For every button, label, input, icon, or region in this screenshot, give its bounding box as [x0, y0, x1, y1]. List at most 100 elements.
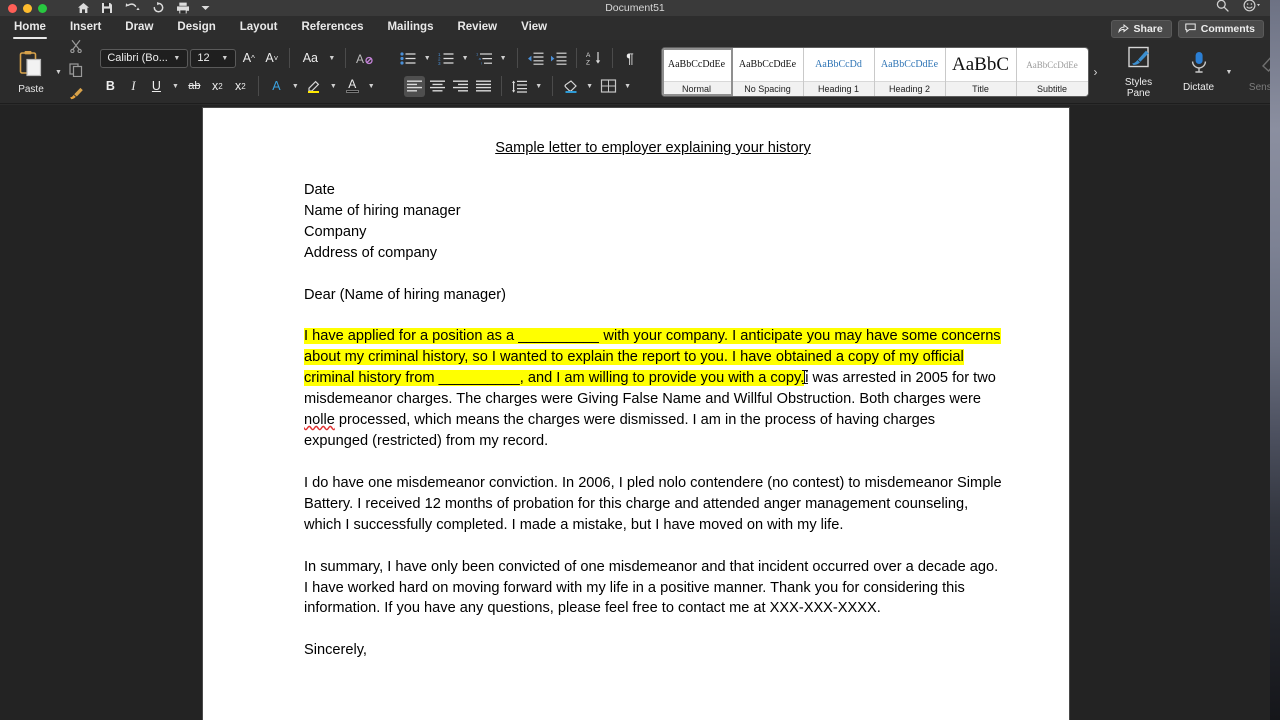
tab-insert[interactable]: Insert — [58, 16, 113, 40]
sort-icon[interactable]: AZ — [584, 48, 605, 69]
subscript-button[interactable]: x2 — [207, 76, 228, 97]
borders-chevron-down-icon[interactable]: ▼ — [621, 83, 634, 90]
document-page[interactable]: Sample letter to employer explaining you… — [203, 108, 1069, 720]
undo-icon[interactable] — [124, 2, 141, 14]
address-line-manager: Name of hiring manager — [304, 202, 461, 219]
closing: Sincerely, — [304, 642, 367, 659]
tab-home[interactable]: Home — [0, 16, 58, 40]
styles-group: AaBbCcDdEe Normal AaBbCcDdEe No Spacing … — [657, 40, 1103, 104]
title-bar-right-controls — [1216, 0, 1262, 17]
document-canvas[interactable]: Sample letter to employer explaining you… — [0, 105, 1270, 720]
svg-text:A: A — [356, 52, 364, 66]
comments-button[interactable]: Comments — [1177, 20, 1264, 38]
underline-button[interactable]: U — [146, 76, 167, 97]
style-heading-2[interactable]: AaBbCcDdEe Heading 2 — [874, 48, 946, 96]
font-name-select[interactable]: Calibri (Bo... ▼ — [100, 48, 189, 68]
sensitivity-button[interactable]: Sensitivity — [1247, 51, 1270, 93]
align-center-icon[interactable] — [427, 76, 448, 97]
style-name: Heading 2 — [874, 81, 945, 96]
dictate-button[interactable]: Dictate — [1175, 51, 1223, 93]
highlight-color-button[interactable] — [304, 76, 325, 97]
bullet-list-icon[interactable] — [398, 48, 419, 69]
paste-button[interactable]: Paste — [10, 50, 52, 95]
align-left-icon[interactable] — [404, 75, 426, 97]
tab-design[interactable]: Design — [165, 16, 227, 40]
align-right-icon[interactable] — [450, 76, 471, 97]
tab-view[interactable]: View — [509, 16, 559, 40]
text-effects-chevron-down-icon[interactable]: ▼ — [289, 83, 302, 90]
save-icon[interactable] — [101, 2, 113, 14]
format-painter-icon[interactable] — [69, 87, 84, 105]
increase-indent-icon[interactable] — [548, 48, 569, 69]
home-icon[interactable] — [77, 2, 90, 14]
shading-chevron-down-icon[interactable]: ▼ — [583, 83, 596, 90]
ribbon-right-actions: Share Comments — [1110, 20, 1264, 38]
dictate-chevron-down-icon[interactable]: ▼ — [1223, 69, 1236, 76]
line-spacing-chevron-down-icon[interactable]: ▼ — [532, 83, 545, 90]
shading-icon[interactable] — [560, 76, 581, 97]
ribbon-tab-bar: Home Insert Draw Design Layout Reference… — [0, 16, 1270, 40]
highlight-chevron-down-icon[interactable]: ▼ — [327, 83, 340, 90]
redo-icon[interactable] — [152, 2, 165, 14]
change-case-button[interactable]: Aa — [297, 48, 323, 69]
underline-chevron-down-icon[interactable]: ▼ — [169, 83, 182, 90]
superscript-button[interactable]: x2 — [230, 76, 251, 97]
tab-draw[interactable]: Draw — [113, 16, 165, 40]
italic-button[interactable]: I — [123, 76, 144, 97]
style-no-spacing[interactable]: AaBbCcDdEe No Spacing — [732, 48, 804, 96]
document-text-area[interactable]: Sample letter to employer explaining you… — [203, 108, 1069, 661]
tab-mailings[interactable]: Mailings — [375, 16, 445, 40]
tab-layout[interactable]: Layout — [228, 16, 290, 40]
account-icon[interactable] — [1243, 0, 1262, 17]
numbering-chevron-down-icon[interactable]: ▼ — [459, 55, 472, 62]
bold-button[interactable]: B — [100, 76, 121, 97]
window-controls[interactable] — [0, 3, 47, 13]
quick-access-toolbar — [77, 2, 210, 14]
styles-more-chevron-right-icon[interactable]: › — [1089, 65, 1103, 79]
misspelled-word[interactable]: nolle — [304, 412, 335, 428]
share-button[interactable]: Share — [1110, 20, 1172, 38]
close-window-button[interactable] — [8, 3, 17, 13]
search-icon[interactable] — [1216, 0, 1229, 17]
zoom-window-button[interactable] — [38, 3, 47, 13]
bullets-chevron-down-icon[interactable]: ▼ — [421, 55, 434, 62]
divider — [575, 48, 577, 68]
minimize-window-button[interactable] — [23, 3, 32, 13]
word-application-window: Document51 Home Insert Draw Design Layou… — [0, 0, 1270, 720]
numbered-list-icon[interactable]: 123 — [436, 48, 457, 69]
clipboard-group: Paste ▼ — [0, 39, 84, 105]
strikethrough-button[interactable]: ab — [184, 76, 205, 97]
style-normal[interactable]: AaBbCcDdEe Normal — [661, 48, 733, 96]
tab-review[interactable]: Review — [445, 16, 509, 40]
style-heading-1[interactable]: AaBbCcDd Heading 1 — [803, 48, 875, 96]
qat-more-chevron-down-icon[interactable] — [201, 5, 210, 11]
tab-references[interactable]: References — [289, 16, 375, 40]
strikethrough-label: ab — [188, 80, 201, 92]
copy-icon[interactable] — [69, 63, 83, 82]
justify-icon[interactable] — [473, 76, 494, 97]
multilevel-list-icon[interactable]: 1ai — [474, 48, 495, 69]
styles-pane-button[interactable]: Styles Pane — [1115, 46, 1163, 99]
font-color-chevron-down-icon[interactable]: ▼ — [365, 83, 378, 90]
style-title[interactable]: AaBbC Title — [945, 48, 1017, 96]
grow-font-button[interactable]: A ^ — [238, 48, 259, 69]
text-effects-button[interactable]: A — [266, 76, 287, 97]
clear-formatting-button[interactable]: A — [353, 48, 377, 69]
cut-icon[interactable] — [69, 39, 83, 58]
line-spacing-icon[interactable] — [509, 76, 530, 97]
grow-font-label: A — [242, 51, 252, 65]
borders-icon[interactable] — [598, 76, 619, 97]
style-subtitle[interactable]: AaBbCcDdEe Subtitle — [1016, 48, 1088, 96]
decrease-indent-icon[interactable] — [525, 48, 546, 69]
show-formatting-marks-icon[interactable]: ¶ — [620, 48, 641, 69]
address-block: Date Name of hiring manager Company Addr… — [304, 180, 1002, 264]
multilevel-chevron-down-icon[interactable]: ▼ — [497, 55, 510, 62]
font-color-button[interactable]: A — [342, 76, 363, 97]
paste-options-chevron-down-icon[interactable]: ▼ — [52, 69, 65, 76]
text-effects-label: A — [272, 79, 281, 93]
print-icon[interactable] — [176, 2, 190, 14]
change-case-chevron-down-icon[interactable]: ▼ — [325, 55, 338, 62]
blank-field-1: __________ — [518, 328, 600, 345]
font-size-select[interactable]: 12 ▼ — [190, 48, 237, 68]
shrink-font-button[interactable]: A ˅ — [261, 48, 282, 69]
